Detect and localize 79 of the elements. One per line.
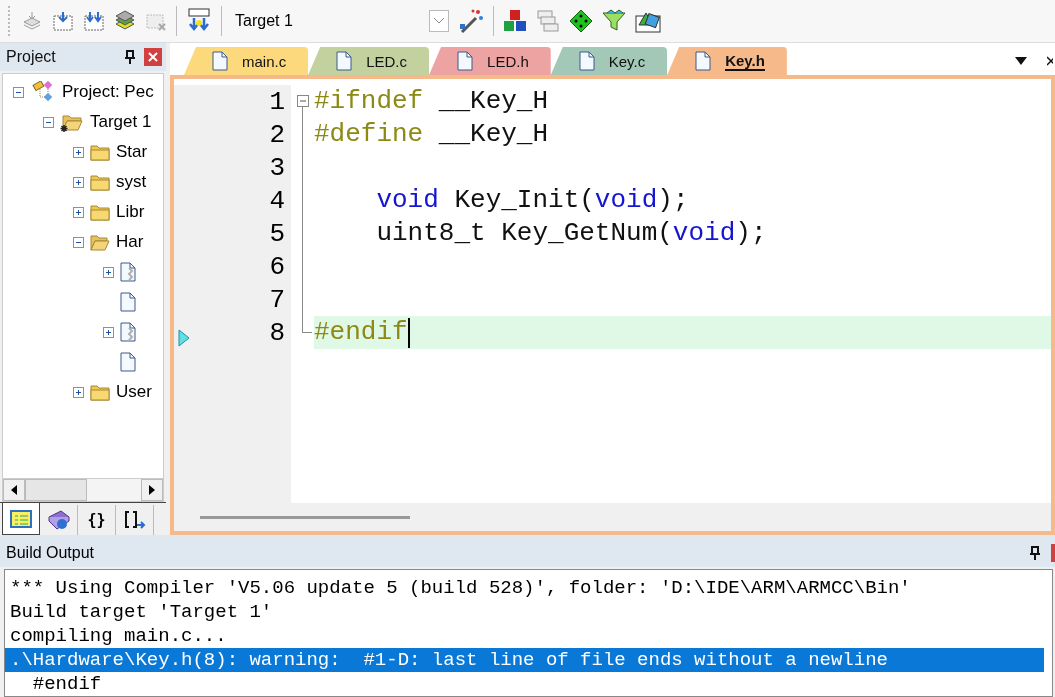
blocks-icon[interactable] — [503, 9, 527, 33]
panel-title: Project — [6, 48, 57, 66]
tree-item-label[interactable]: syst — [116, 172, 147, 192]
document-icon — [695, 51, 712, 71]
file-tab[interactable]: LED.c — [308, 47, 430, 75]
line-number: 4 — [269, 185, 285, 216]
document-icon — [336, 51, 353, 71]
horizontal-scrollbar[interactable] — [200, 515, 410, 519]
output-line[interactable]: compiling main.c... — [5, 624, 1044, 648]
code-line: void Key_Init(void); — [376, 184, 689, 217]
pin-icon[interactable] — [1029, 546, 1041, 560]
collapse-icon[interactable] — [13, 86, 24, 98]
tree-item-label[interactable]: Project: Pec — [62, 82, 154, 102]
source-file-icon — [120, 262, 136, 282]
download-icon[interactable] — [52, 10, 74, 32]
line-number: 5 — [269, 218, 285, 249]
tree-item-label[interactable]: User — [116, 382, 152, 402]
expand-icon[interactable] — [73, 386, 84, 398]
folder-icon — [90, 173, 110, 191]
panel-tab[interactable] — [2, 503, 40, 535]
dropdown-button[interactable] — [429, 10, 449, 32]
close-icon[interactable] — [1047, 55, 1053, 67]
dropdown-icon[interactable] — [1015, 57, 1027, 65]
code-line: uint8_t Key_GetNum(void); — [376, 217, 767, 250]
code-line: #endif — [314, 316, 408, 349]
line-number: 8 — [269, 317, 285, 348]
close-button[interactable] — [144, 48, 162, 66]
folder-icon — [90, 203, 110, 221]
file-icon — [120, 352, 136, 372]
batch-download-icon[interactable] — [83, 10, 105, 32]
expand-icon[interactable] — [73, 206, 84, 218]
line-number: 1 — [269, 86, 285, 117]
expand-icon[interactable] — [73, 146, 84, 158]
brackets-arrow-icon — [122, 510, 147, 530]
funnel-icon[interactable] — [602, 9, 626, 33]
right-arrow-icon[interactable] — [148, 485, 156, 495]
file-icon — [120, 292, 136, 312]
file-tab[interactable]: LED.h — [429, 47, 551, 75]
collapse-icon[interactable] — [73, 236, 84, 248]
diamond-icon[interactable] — [569, 9, 593, 33]
text-cursor — [407, 317, 410, 348]
horizontal-scrollbar[interactable] — [2, 479, 164, 502]
folder-icon — [90, 383, 110, 401]
left-arrow-icon[interactable] — [10, 485, 18, 495]
tree-item-label[interactable]: Har — [116, 232, 144, 252]
document-icon — [578, 51, 595, 71]
folder-icon — [90, 143, 110, 161]
line-number: 6 — [269, 251, 285, 282]
tree-item-label[interactable]: Star — [116, 142, 148, 162]
output-line[interactable]: #endif — [5, 672, 1044, 696]
document-icon — [212, 51, 228, 71]
source-file-icon — [120, 322, 136, 342]
tree-item-label[interactable]: Libr — [116, 202, 145, 222]
line-number: 2 — [269, 119, 285, 150]
list-icon — [10, 509, 32, 528]
document-icon — [457, 51, 474, 71]
target-folder-icon — [60, 112, 84, 132]
file-tab[interactable]: Key.h — [667, 47, 787, 75]
code-line: #define __Key_H — [314, 118, 549, 151]
panel-title: Build Output — [6, 544, 96, 562]
book-help-icon — [46, 509, 71, 531]
open-folder-icon — [90, 233, 110, 251]
file-tab[interactable]: main.c — [184, 47, 309, 75]
layers-icon[interactable] — [114, 10, 136, 32]
tree-item-label[interactable]: Target 1 — [90, 112, 152, 132]
line-number: 3 — [269, 152, 285, 183]
line-number: 7 — [269, 284, 285, 315]
expand-icon[interactable] — [103, 266, 114, 278]
file-tab[interactable]: Key.c — [550, 47, 668, 75]
target-label: Target 1 — [235, 12, 293, 30]
magic-wand-icon[interactable] — [458, 8, 484, 34]
collapse-icon[interactable] — [43, 116, 54, 128]
fold-icon[interactable] — [296, 95, 309, 107]
output-line[interactable]: *** Using Compiler 'V5.06 update 5 (build 528)', folder: 'D:\IDE\ARM\ARMCC\Bin' — [5, 576, 1044, 600]
output-line[interactable]: Build target 'Target 1' — [5, 600, 1044, 624]
expand-icon[interactable] — [103, 326, 114, 338]
code-line: #ifndef __Key_H — [314, 85, 549, 118]
pin-icon[interactable] — [124, 50, 136, 64]
expand-icon[interactable] — [73, 176, 84, 188]
